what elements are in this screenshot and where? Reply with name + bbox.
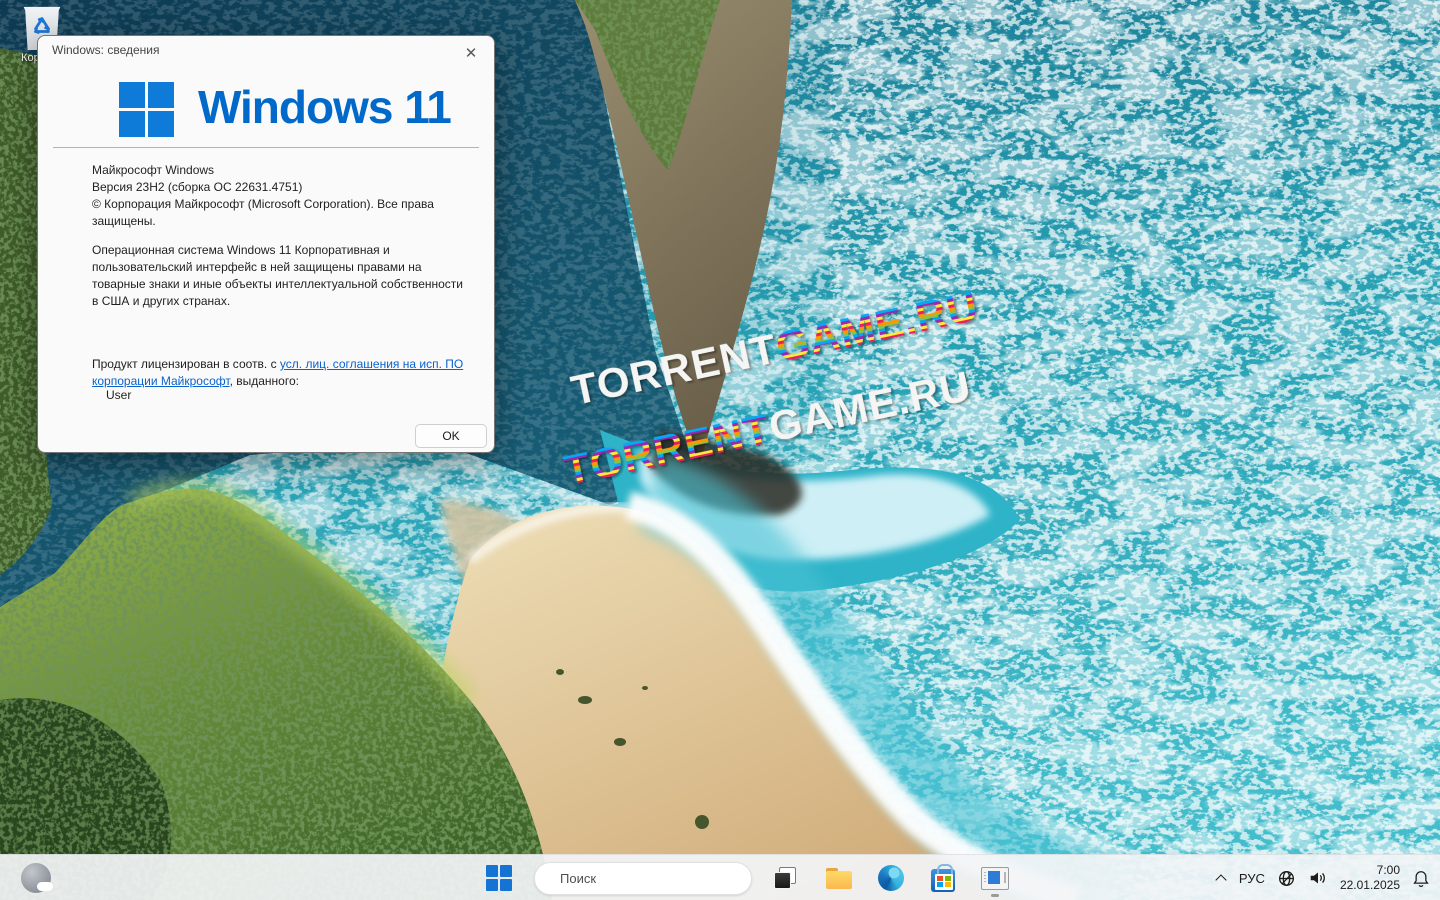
license-prefix: Продукт лицензирован в соотв. с: [92, 357, 280, 371]
about-window-icon: [981, 867, 1009, 890]
winver-taskbar-button[interactable]: [978, 858, 1012, 898]
tray-time: 7:00: [1340, 863, 1400, 878]
edge-icon: [878, 865, 904, 891]
close-icon[interactable]: ✕: [454, 40, 488, 66]
dialog-titlebar[interactable]: Windows: сведения: [38, 36, 494, 64]
copyright-text: © Корпорация Майкрософт (Microsoft Corpo…: [92, 196, 464, 230]
task-view-button[interactable]: [770, 858, 804, 898]
network-status-button[interactable]: [1277, 869, 1296, 888]
store-bag-icon: [931, 869, 955, 892]
os-version: Версия 23H2 (сборка ОС 22631.4751): [92, 179, 464, 196]
dialog-title: Windows: сведения: [52, 43, 160, 57]
globe-no-internet-icon: [1277, 869, 1296, 888]
running-app-indicator: [991, 894, 999, 897]
system-tray: РУС 7:00 22.01.2025: [1217, 855, 1430, 900]
speaker-icon: [1308, 869, 1328, 887]
language-indicator[interactable]: РУС: [1239, 871, 1265, 886]
windows-11-wordmark: Windows 11: [198, 80, 451, 134]
licensee-name: User: [106, 388, 131, 402]
volume-button[interactable]: [1308, 869, 1328, 887]
tray-date: 22.01.2025: [1340, 878, 1400, 893]
weather-cloud-icon: [21, 863, 51, 893]
license-text: Продукт лицензирован в соотв. с усл. лиц…: [92, 356, 464, 390]
folder-icon: [826, 868, 852, 889]
windows-start-icon: [486, 865, 512, 891]
taskbar-center: [482, 855, 1012, 900]
ok-button[interactable]: OK: [415, 424, 487, 448]
widgets-button[interactable]: [18, 860, 54, 896]
windows-logo-icon: [119, 82, 174, 137]
chevron-up-icon: [1217, 873, 1227, 883]
trademark-text: Операционная система Windows 11 Корпорат…: [92, 242, 464, 310]
product-name: Майкрософт Windows: [92, 162, 464, 179]
search-box[interactable]: [534, 862, 752, 895]
microsoft-store-button[interactable]: [926, 858, 960, 898]
about-windows-dialog: Windows: сведения ✕ Windows 11 Майкрософ…: [37, 35, 495, 453]
dialog-separator: [53, 147, 479, 148]
notification-bell-icon: [1412, 869, 1430, 888]
license-suffix: , выданного:: [230, 374, 299, 388]
clock[interactable]: 7:00 22.01.2025: [1340, 863, 1400, 893]
notification-center-button[interactable]: [1412, 869, 1430, 888]
start-button[interactable]: [482, 858, 516, 898]
edge-browser-button[interactable]: [874, 858, 908, 898]
taskbar: РУС 7:00 22.01.2025: [0, 854, 1440, 900]
tray-overflow-button[interactable]: [1217, 873, 1227, 883]
search-input[interactable]: [558, 870, 738, 887]
dialog-body-text: Майкрософт Windows Версия 23H2 (сборка О…: [92, 162, 464, 310]
file-explorer-button[interactable]: [822, 858, 856, 898]
desktop: TORRENTGAME.RU TORRENTGAME.RU Корзина Wi…: [0, 0, 1440, 900]
